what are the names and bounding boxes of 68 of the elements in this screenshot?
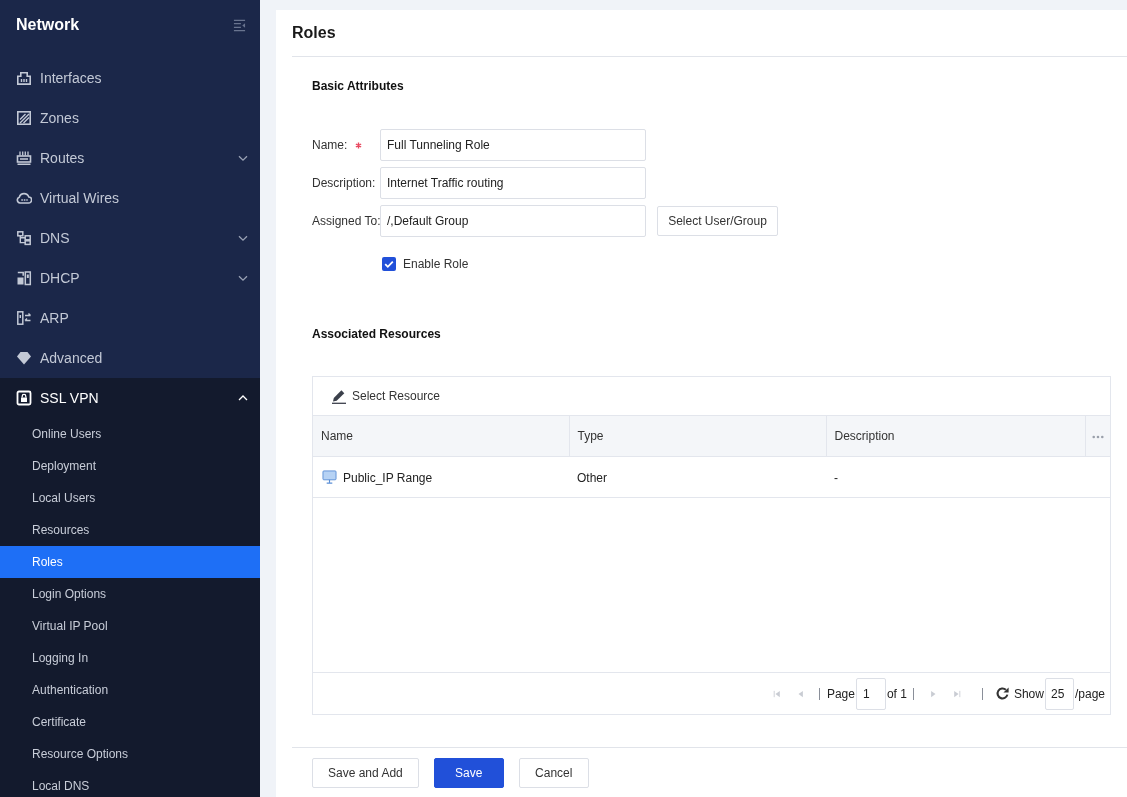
field-label: Name: xyxy=(312,138,348,152)
page-label: Page xyxy=(826,686,855,701)
column-header: Type xyxy=(569,416,826,457)
text-field[interactable]: Internet Traffic routing xyxy=(380,167,646,199)
section-title: Basic Attributes xyxy=(312,78,405,94)
field-label: Description: xyxy=(312,176,376,190)
submenu-item[interactable]: Authentication xyxy=(0,674,260,706)
network-port-icon xyxy=(16,70,32,86)
cancel-button[interactable]: Cancel xyxy=(518,758,589,788)
submenu-item[interactable]: Roles xyxy=(0,546,260,578)
more-icon[interactable] xyxy=(1091,434,1104,439)
sidebar-item[interactable]: Advanced xyxy=(0,338,260,378)
checkbox[interactable] xyxy=(382,257,396,271)
column-header: Name xyxy=(313,416,569,457)
sidebar-item[interactable]: Virtual Wires xyxy=(0,178,260,218)
select-resource-button[interactable]: Select Resource xyxy=(331,388,441,404)
per-page-label: /page xyxy=(1074,686,1105,701)
sidebar-item[interactable]: Zones xyxy=(0,98,260,138)
column-header: Description xyxy=(826,416,1085,457)
diamond-icon xyxy=(16,350,32,366)
lock-icon xyxy=(16,390,32,406)
hierarchy-icon xyxy=(16,230,32,246)
sidebar-item[interactable]: Routes xyxy=(0,138,260,178)
pencil-icon xyxy=(331,388,347,404)
show-label: Show xyxy=(1013,686,1044,701)
chevron-down-icon xyxy=(238,273,248,283)
field-label: Assigned To: xyxy=(312,214,381,228)
chevron-down-icon xyxy=(238,153,248,163)
checkbox-label: Enable Role xyxy=(403,257,469,271)
sidebar-item[interactable]: ARP xyxy=(0,298,260,338)
cloud-icon xyxy=(16,190,32,206)
sidebar-item[interactable]: DNS xyxy=(0,218,260,258)
submenu-item[interactable]: Resources xyxy=(0,514,260,546)
page-field[interactable]: 1 xyxy=(855,677,886,710)
exchange-icon xyxy=(16,310,32,326)
save-and-add-button[interactable]: Save and Add xyxy=(312,758,419,788)
page-title: Roles xyxy=(292,10,1127,57)
text-field[interactable]: Full Tunneling Role xyxy=(380,129,646,161)
submenu-item[interactable]: Resource Options xyxy=(0,738,260,770)
submenu-item[interactable]: Certificate xyxy=(0,706,260,738)
sidebar-item[interactable]: Interfaces xyxy=(0,58,260,98)
submenu-item[interactable]: Virtual IP Pool xyxy=(0,610,260,642)
page-count: of 1 xyxy=(886,686,907,701)
router-icon xyxy=(16,150,32,166)
per-page-field[interactable]: 25 xyxy=(1044,677,1074,710)
sidebar-item[interactable]: DHCP xyxy=(0,258,260,298)
menu-icon[interactable] xyxy=(233,18,246,32)
sidebar-title: Network xyxy=(16,16,80,34)
select-user-button[interactable]: Select User/Group xyxy=(657,206,778,236)
monitor-icon xyxy=(322,470,337,485)
save-button[interactable]: Save xyxy=(433,758,504,788)
submenu-item[interactable]: Local DNS xyxy=(0,770,260,797)
chevron-down-icon xyxy=(238,233,248,243)
resource-name: Public_IP Range xyxy=(343,470,433,485)
refresh-icon[interactable] xyxy=(994,686,1010,701)
resource-description: - xyxy=(834,470,838,485)
blocks-icon xyxy=(16,270,32,286)
sidebar-item[interactable]: SSL VPN xyxy=(0,378,260,418)
submenu-item[interactable]: Local Users xyxy=(0,482,260,514)
submenu-item[interactable]: Online Users xyxy=(0,418,260,450)
hatched-square-icon xyxy=(16,110,32,126)
resource-type: Other xyxy=(577,470,607,485)
section-title: Associated Resources xyxy=(312,326,442,342)
submenu-item[interactable]: Logging In xyxy=(0,642,260,674)
text-field[interactable]: /,Default Group xyxy=(380,205,646,237)
chevron-up-icon xyxy=(238,393,248,403)
submenu-item[interactable]: Login Options xyxy=(0,578,260,610)
submenu-item[interactable]: Deployment xyxy=(0,450,260,482)
